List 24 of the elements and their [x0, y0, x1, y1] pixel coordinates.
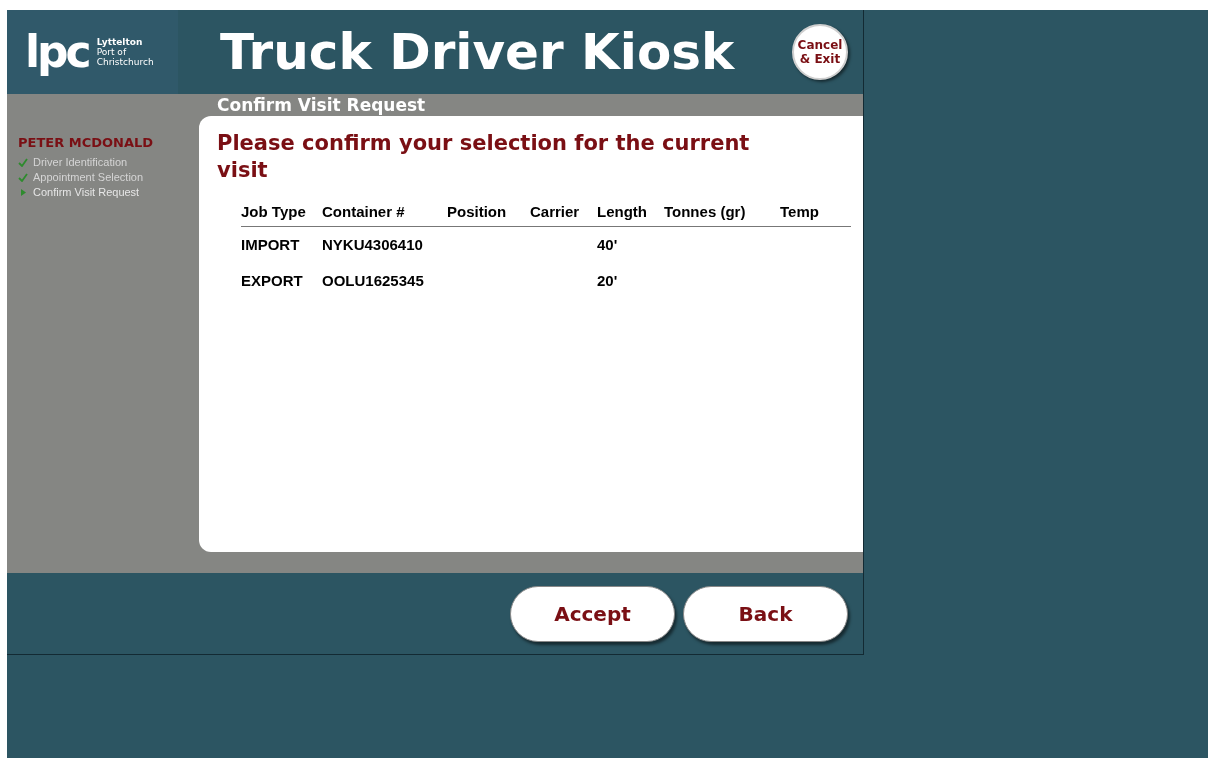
triangle-icon: [18, 188, 28, 197]
page-title: Confirm Visit Request: [216, 94, 427, 116]
column-header: Container #: [322, 202, 405, 220]
table-cell: 40': [597, 235, 618, 253]
cancel-exit-button[interactable]: Cancel & Exit: [792, 24, 848, 80]
driver-name: PETER MCDONALD: [18, 134, 155, 152]
column-header: Position: [447, 202, 507, 220]
step-label: Appointment Selection: [33, 170, 144, 186]
table-cell: IMPORT: [241, 235, 300, 253]
column-header: Length: [597, 202, 647, 220]
column-header: Tonnes (gr): [664, 202, 746, 220]
table-cell: NYKU4306410: [322, 235, 423, 253]
action-button[interactable]: Back: [683, 585, 848, 642]
kiosk-title: Truck Driver Kiosk: [220, 27, 735, 77]
table-cell: OOLU1625345: [322, 271, 424, 289]
table-cell: EXPORT: [241, 271, 303, 289]
table-cell: 20': [597, 271, 618, 289]
column-header: Job Type: [241, 202, 306, 220]
step-label: Confirm Visit Request: [33, 185, 140, 201]
column-header: Carrier: [530, 202, 580, 220]
step-label: Driver Identification: [33, 155, 128, 171]
column-header: Temp: [780, 202, 819, 220]
card-heading: Please confirm your selection for the current visit: [217, 130, 751, 184]
action-button[interactable]: Accept: [510, 585, 675, 642]
